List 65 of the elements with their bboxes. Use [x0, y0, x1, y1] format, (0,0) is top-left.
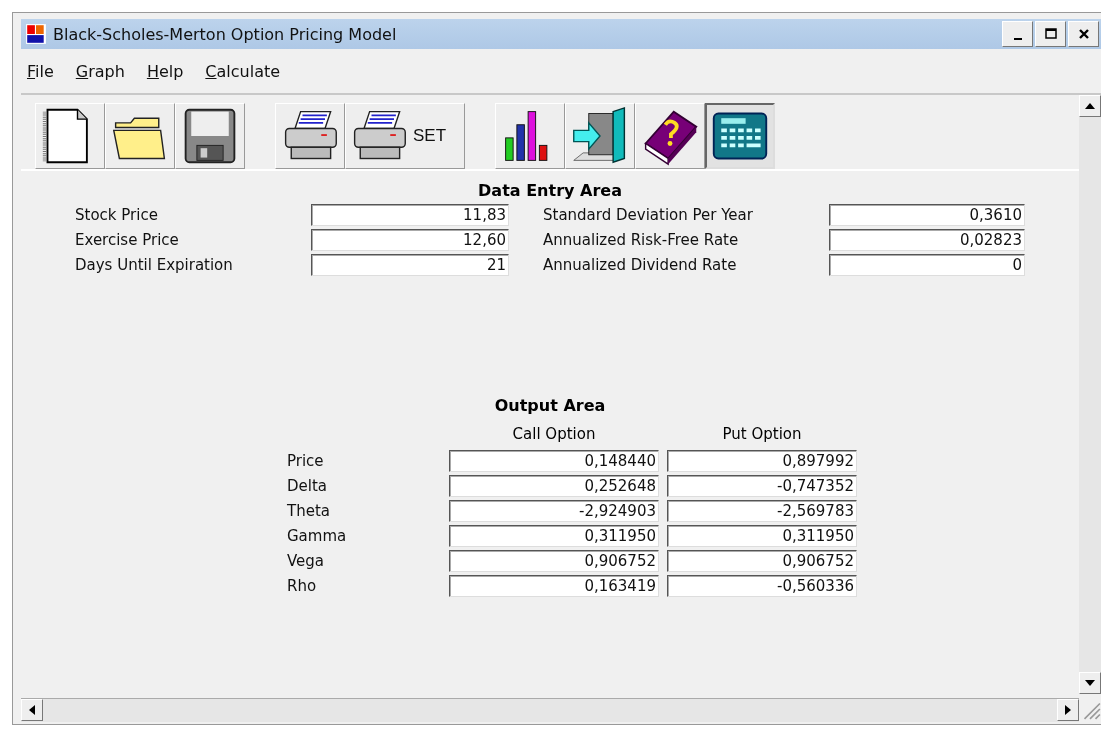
text-field[interactable]: 0,02823	[829, 229, 1025, 251]
row-label: Delta	[287, 477, 329, 495]
print-setup-button[interactable]: SET	[345, 103, 465, 169]
graph-button[interactable]	[495, 103, 565, 169]
text-field[interactable]: 0	[829, 254, 1025, 276]
maximize-icon	[1043, 27, 1058, 41]
scroll-right-button[interactable]	[1057, 699, 1079, 721]
output-field[interactable]: -2,569783	[667, 500, 857, 522]
output-field[interactable]: 0,311950	[667, 525, 857, 547]
new-button[interactable]	[35, 103, 105, 169]
section-title: Data Entry Area	[477, 181, 623, 200]
field-label: Exercise Price	[75, 231, 180, 249]
exit-button[interactable]	[565, 103, 635, 169]
output-field[interactable]: 0,252648	[449, 475, 659, 497]
output-field[interactable]: 0,311950	[449, 525, 659, 547]
maximize-button[interactable]	[1035, 21, 1066, 47]
output-field[interactable]: 0,148440	[449, 450, 659, 472]
row-label: Price	[287, 452, 325, 470]
output-field[interactable]: 0,897992	[667, 450, 857, 472]
column-header: Put Option	[721, 424, 803, 445]
text-field[interactable]: 12,60	[311, 229, 509, 251]
scroll-down-button[interactable]	[1079, 672, 1101, 694]
field-label: Annualized Risk-Free Rate	[542, 231, 740, 249]
up-arrow-icon	[1085, 103, 1095, 109]
print-button[interactable]	[275, 103, 345, 169]
field-label: Standard Deviation Per Year	[542, 206, 754, 224]
output-field[interactable]: -2,924903	[449, 500, 659, 522]
horizontal-scrollbar[interactable]	[21, 698, 1079, 722]
output-field[interactable]: -0,560336	[667, 575, 857, 597]
minimize-icon	[1013, 38, 1022, 40]
open-button[interactable]	[105, 103, 175, 169]
field-label: Stock Price	[75, 206, 159, 224]
vertical-scrollbar[interactable]	[1079, 95, 1101, 694]
column-header: Call Option	[511, 424, 597, 445]
text-field[interactable]: 21	[311, 254, 509, 276]
field-label: Annualized Dividend Rate	[542, 256, 738, 274]
row-label: Rho	[287, 577, 318, 595]
menu-item[interactable]: Help	[146, 61, 184, 81]
text-field[interactable]: 0,3610	[829, 204, 1025, 226]
minimize-button[interactable]	[1002, 21, 1033, 47]
down-arrow-icon	[1085, 680, 1095, 686]
window-title: Black-Scholes-Merton Option Pricing Model	[53, 24, 398, 44]
output-field[interactable]: 0,906752	[449, 550, 659, 572]
row-label: Theta	[287, 502, 331, 520]
save-button[interactable]	[175, 103, 245, 169]
section-title: Output Area	[493, 396, 607, 415]
menu-item[interactable]: Calculate	[205, 61, 281, 81]
output-field[interactable]: 0,163419	[449, 575, 659, 597]
scroll-left-button[interactable]	[21, 699, 43, 721]
output-field[interactable]: 0,906752	[667, 550, 857, 572]
field-label: Days Until Expiration	[75, 256, 234, 274]
left-arrow-icon	[29, 705, 35, 715]
app-icon	[25, 23, 47, 45]
output-field[interactable]: -0,747352	[667, 475, 857, 497]
menu-item[interactable]: Graph	[75, 61, 125, 81]
row-label: Gamma	[287, 527, 348, 545]
menu-item[interactable]: File	[27, 61, 54, 81]
right-arrow-icon	[1065, 705, 1071, 715]
help-button[interactable]	[635, 103, 705, 169]
scroll-up-button[interactable]	[1079, 95, 1101, 117]
text-field[interactable]: 11,83	[311, 204, 509, 226]
calculate-button[interactable]	[705, 103, 775, 169]
close-button[interactable]	[1068, 21, 1099, 47]
close-icon	[1076, 27, 1091, 41]
row-label: Vega	[287, 552, 326, 570]
